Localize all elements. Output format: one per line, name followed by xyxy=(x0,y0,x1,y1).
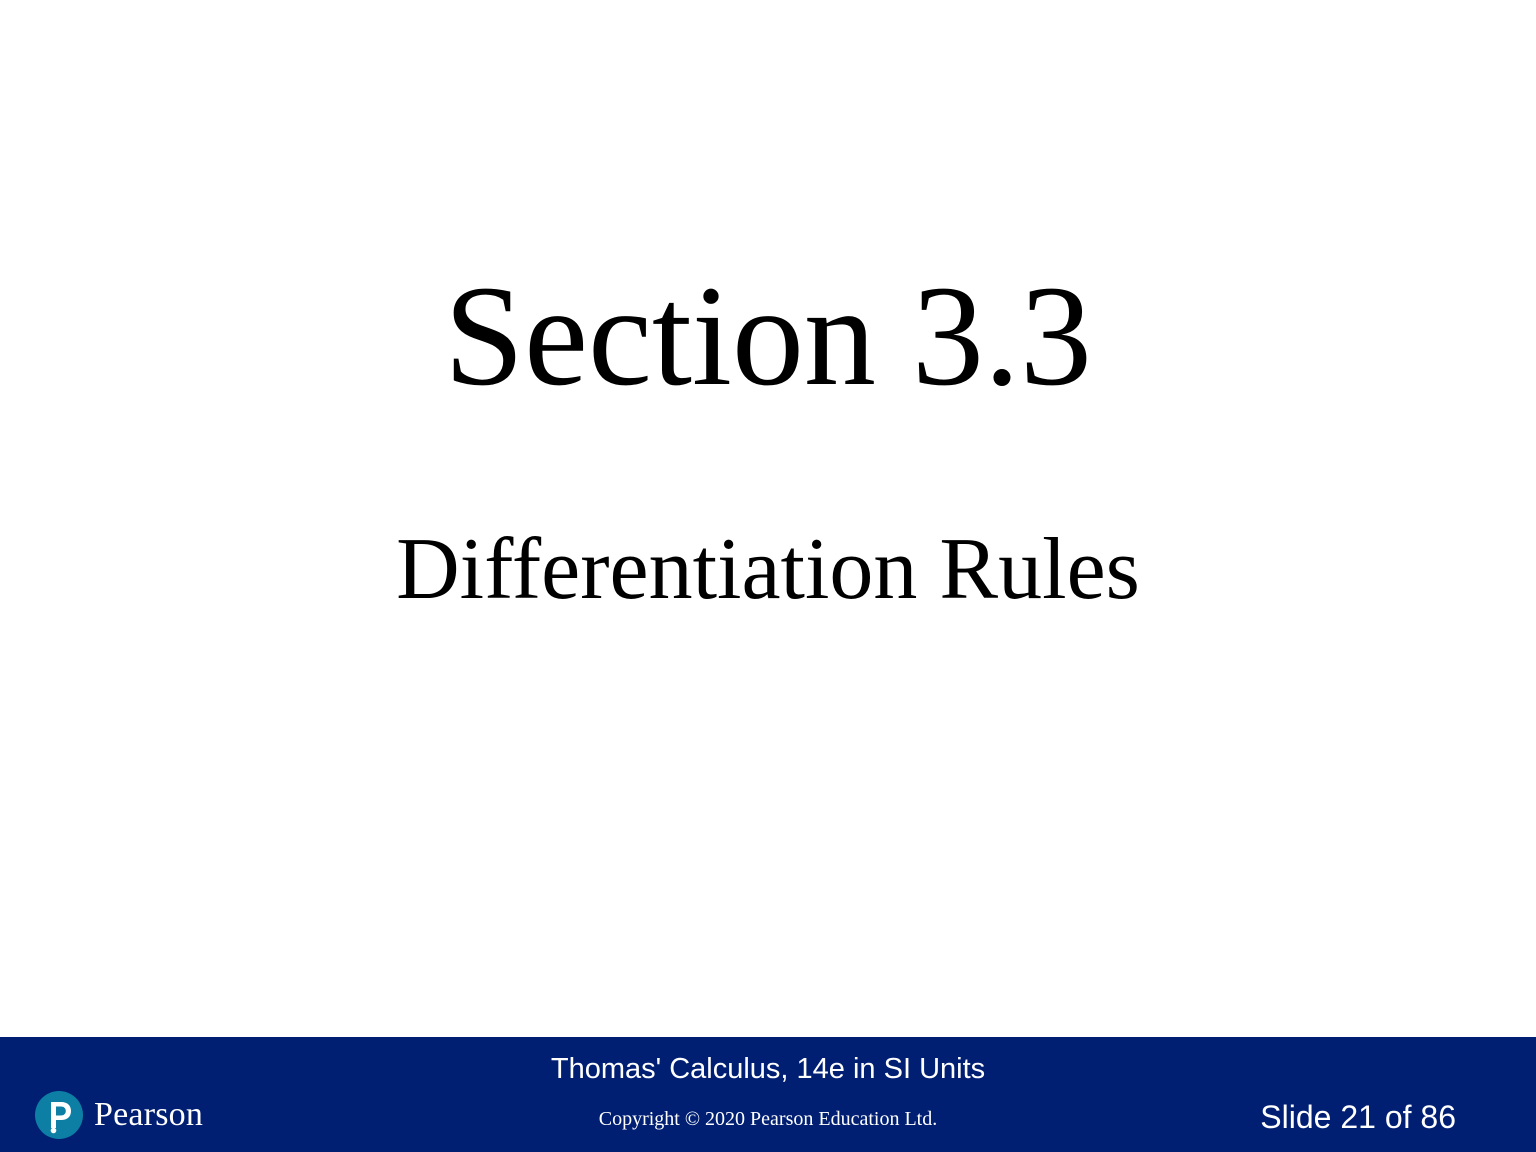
footer-book-title: Thomas' Calculus, 14e in SI Units xyxy=(550,1053,986,1085)
slide: Section 3.3 Differentiation Rules Pearso… xyxy=(0,0,1536,1152)
slide-number: Slide 21 of 86 xyxy=(1260,1099,1456,1135)
section-subtitle: Differentiation Rules xyxy=(396,521,1140,618)
section-title: Section 3.3 xyxy=(444,257,1092,416)
footer-bar: Pearson Thomas' Calculus, 14e in SI Unit… xyxy=(0,1037,1536,1152)
